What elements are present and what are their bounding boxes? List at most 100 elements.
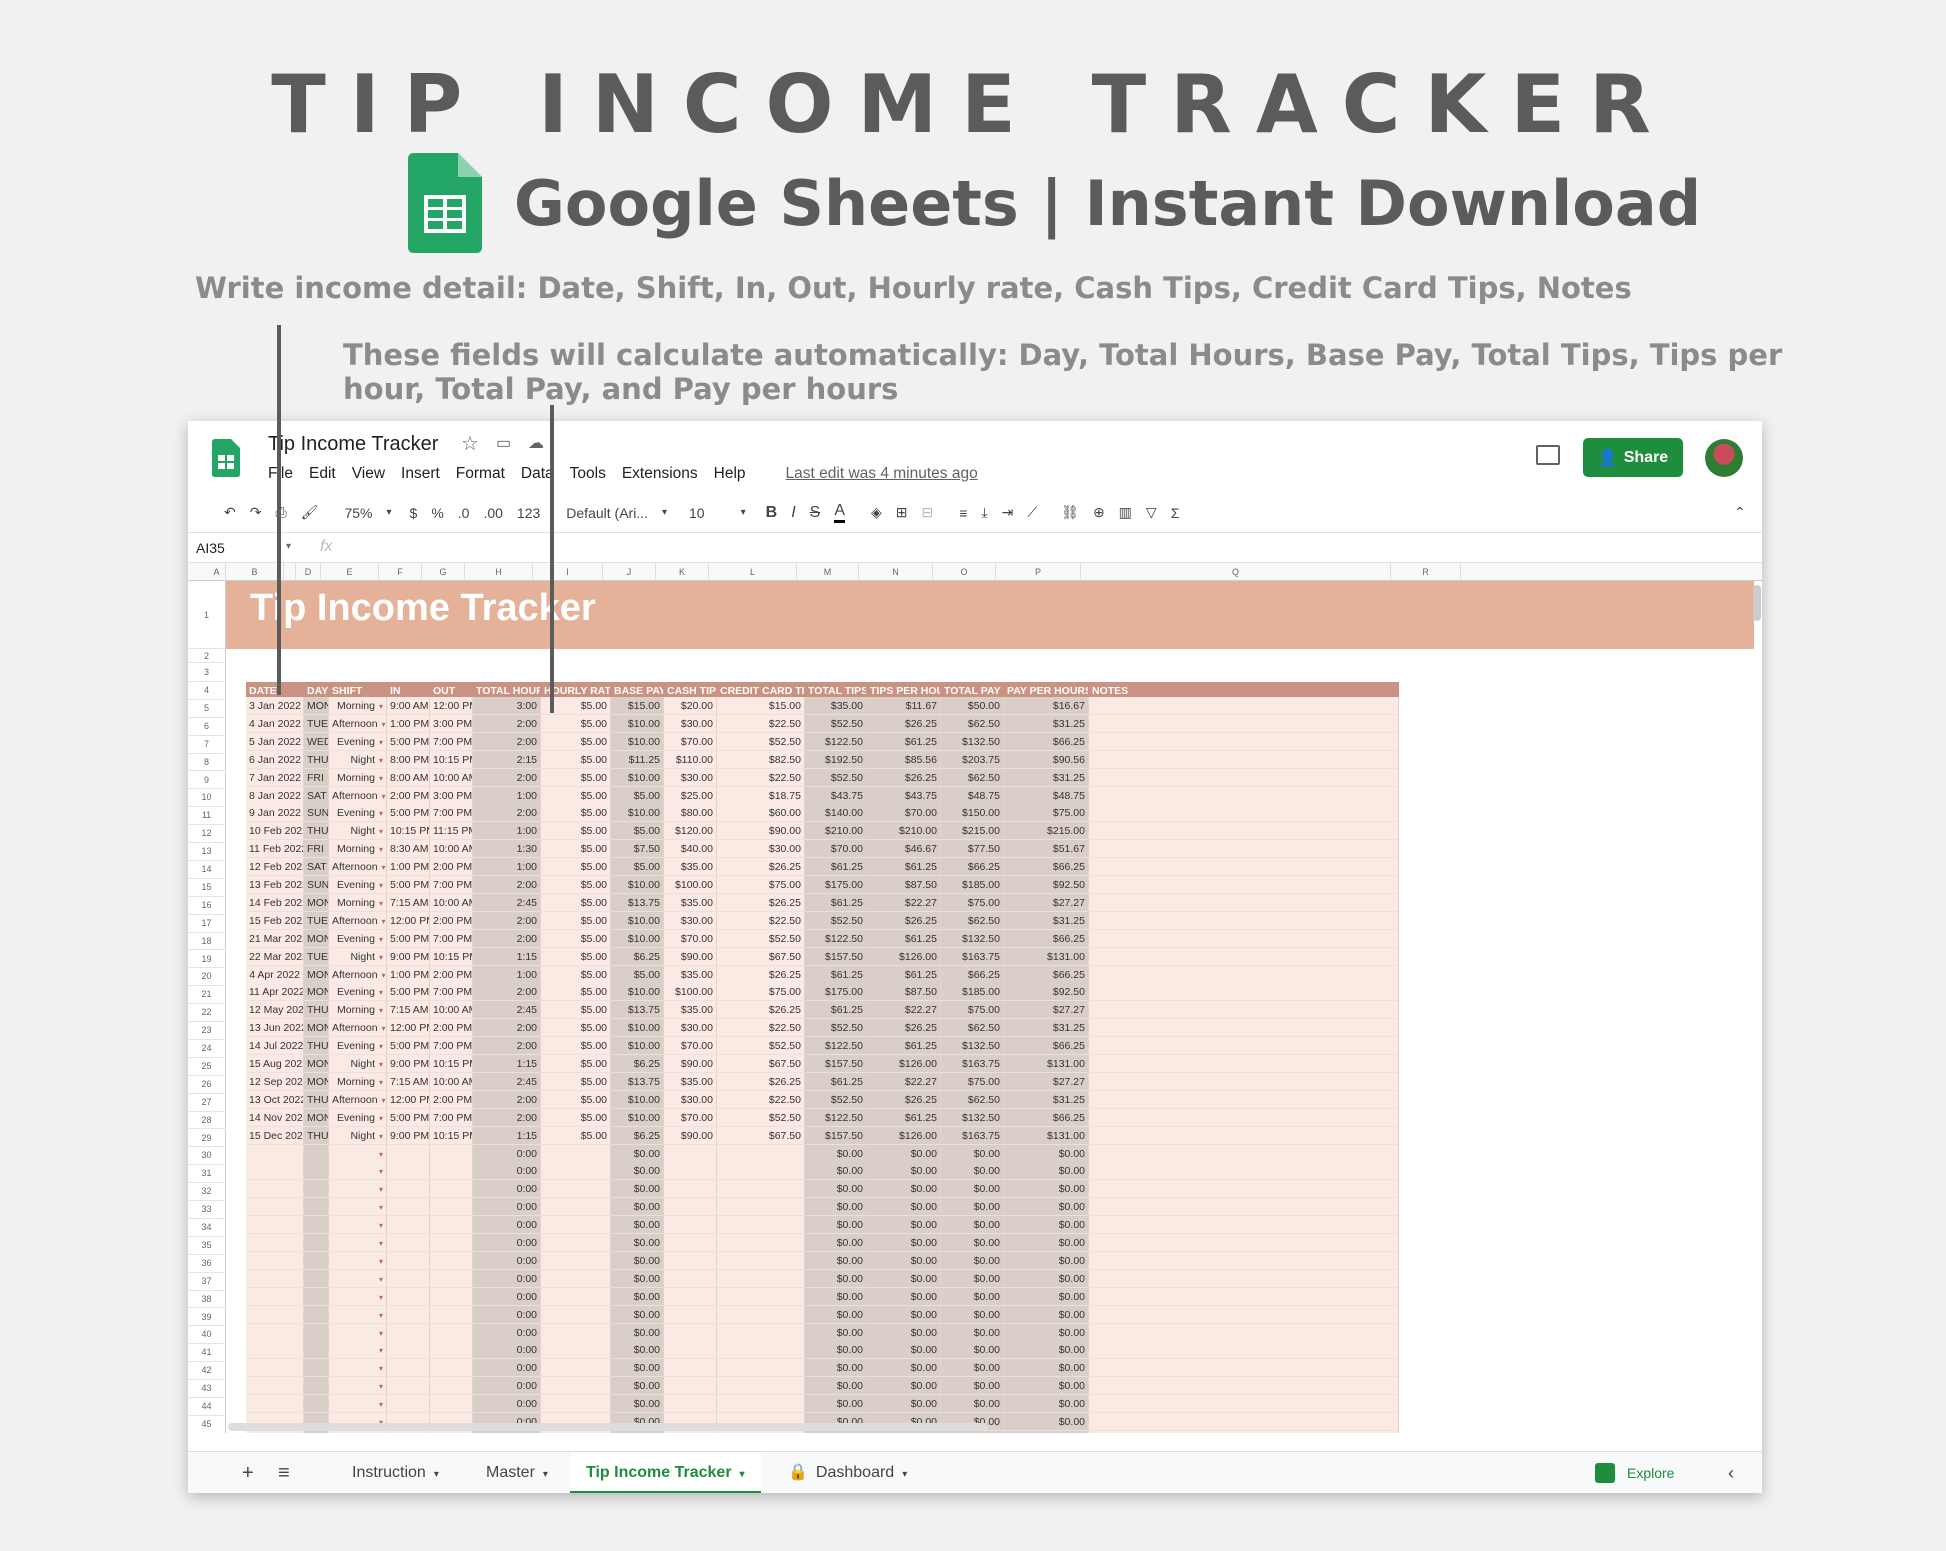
table-cell[interactable]: $110.00 — [664, 750, 717, 769]
table-cell[interactable] — [664, 1234, 717, 1252]
row-header[interactable]: 14 — [188, 861, 226, 879]
table-cell[interactable]: $60.00 — [717, 804, 805, 823]
document-title[interactable]: Tip Income Tracker — [268, 433, 438, 456]
row-header[interactable]: 6 — [188, 717, 226, 736]
table-cell[interactable]: $0.00 — [1004, 1180, 1089, 1199]
table-cell[interactable] — [541, 1341, 611, 1360]
dropdown-arrow-icon[interactable]: ▾ — [379, 827, 383, 836]
bold-button[interactable]: B — [766, 504, 778, 522]
italic-button[interactable]: I — [791, 504, 795, 522]
table-cell[interactable] — [1089, 732, 1399, 751]
table-cell[interactable]: 7:00 PM — [430, 1037, 473, 1056]
column-header[interactable]: L — [709, 563, 797, 581]
table-cell[interactable]: $67.50 — [717, 1055, 805, 1073]
table-cell[interactable]: ▾ — [329, 1251, 387, 1270]
star-icon[interactable]: ☆ — [461, 431, 479, 456]
row-header[interactable]: 20 — [188, 968, 226, 987]
table-cell[interactable]: 2:00 PM — [430, 911, 473, 930]
table-cell[interactable]: $10.00 — [611, 1037, 664, 1056]
table-cell[interactable] — [430, 1359, 473, 1378]
row-header[interactable]: 27 — [188, 1093, 226, 1112]
table-cell[interactable]: $0.00 — [867, 1430, 941, 1433]
table-cell[interactable]: 0:00 — [473, 1269, 541, 1288]
table-cell[interactable]: $131.00 — [1004, 947, 1089, 966]
table-cell[interactable] — [717, 1216, 805, 1235]
table-cell[interactable]: 0:00 — [473, 1377, 541, 1396]
table-cell[interactable] — [541, 1269, 611, 1288]
table-cell[interactable]: 10:15 PM — [430, 750, 473, 769]
table-cell[interactable] — [1089, 768, 1399, 787]
table-cell[interactable]: $66.25 — [1004, 965, 1089, 984]
table-cell[interactable]: MON — [304, 1055, 329, 1073]
table-cell[interactable]: $35.00 — [664, 965, 717, 984]
table-cell[interactable] — [246, 1359, 304, 1378]
table-cell[interactable]: 13 Jun 2022 — [246, 1019, 304, 1038]
table-cell[interactable] — [304, 1269, 329, 1288]
table-cell[interactable] — [1089, 1269, 1399, 1288]
table-cell[interactable]: ▾ — [329, 1323, 387, 1342]
table-cell[interactable]: 7:00 PM — [430, 732, 473, 751]
table-cell[interactable]: $0.00 — [867, 1341, 941, 1360]
table-cell[interactable]: $26.25 — [867, 911, 941, 930]
dropdown-arrow-icon[interactable]: ▾ — [379, 1042, 383, 1051]
table-cell[interactable]: 0:00 — [473, 1341, 541, 1360]
table-cell[interactable]: $0.00 — [611, 1359, 664, 1378]
table-cell[interactable]: $0.00 — [867, 1162, 941, 1181]
table-cell[interactable]: 14 Nov 2022 — [246, 1108, 304, 1127]
table-cell[interactable] — [430, 1198, 473, 1217]
table-cell[interactable]: $0.00 — [1004, 1341, 1089, 1360]
table-cell[interactable]: $5.00 — [611, 965, 664, 984]
table-cell[interactable]: $48.75 — [1004, 786, 1089, 805]
table-cell[interactable] — [1089, 750, 1399, 769]
table-cell[interactable]: $27.27 — [1004, 893, 1089, 912]
dropdown-arrow-icon[interactable]: ▾ — [379, 1293, 383, 1302]
table-cell[interactable]: $0.00 — [805, 1198, 867, 1217]
row-header[interactable]: 16 — [188, 896, 226, 915]
table-cell[interactable]: Afternoon ▾ — [329, 858, 387, 877]
table-cell[interactable] — [664, 1287, 717, 1306]
align-vertical-icon[interactable]: ⤓ — [981, 504, 987, 521]
last-edit-link[interactable]: Last edit was 4 minutes ago — [786, 465, 978, 483]
table-cell[interactable]: $22.27 — [867, 1072, 941, 1091]
table-cell[interactable]: 7:15 AM — [387, 1072, 430, 1091]
avatar[interactable] — [1705, 439, 1743, 477]
table-cell[interactable]: $5.00 — [541, 750, 611, 769]
share-button[interactable]: 👤 Share — [1583, 438, 1683, 477]
table-cell[interactable]: $35.00 — [664, 1001, 717, 1020]
table-cell[interactable] — [541, 1251, 611, 1270]
table-cell[interactable]: $61.25 — [805, 858, 867, 877]
table-cell[interactable]: ▾ — [329, 1234, 387, 1252]
chevron-up-icon[interactable]: ⌃ — [1734, 504, 1746, 521]
table-cell[interactable] — [304, 1198, 329, 1217]
table-cell[interactable]: Morning ▾ — [329, 1001, 387, 1020]
table-cell[interactable]: $52.50 — [717, 732, 805, 751]
table-cell[interactable] — [664, 1251, 717, 1270]
table-cell[interactable] — [304, 1377, 329, 1396]
table-cell[interactable]: $0.00 — [941, 1198, 1004, 1217]
dropdown-arrow-icon[interactable]: ▾ — [379, 1114, 383, 1123]
table-cell[interactable]: $6.25 — [611, 1126, 664, 1145]
table-cell[interactable]: ▾ — [329, 1377, 387, 1396]
row-header[interactable]: 33 — [188, 1201, 226, 1219]
table-cell[interactable] — [1089, 947, 1399, 966]
table-cell[interactable]: 4 Apr 2022 — [246, 965, 304, 984]
table-cell[interactable]: 9:00 PM — [387, 947, 430, 966]
table-cell[interactable]: Afternoon ▾ — [329, 965, 387, 984]
table-cell[interactable]: Evening ▾ — [329, 876, 387, 894]
table-cell[interactable]: $0.00 — [1004, 1269, 1089, 1288]
table-cell[interactable]: $52.50 — [805, 1090, 867, 1109]
table-cell[interactable]: 12:00 PM — [430, 697, 473, 715]
table-cell[interactable] — [430, 1162, 473, 1181]
table-cell[interactable]: $13.75 — [611, 893, 664, 912]
dropdown-arrow-icon[interactable]: ▾ — [382, 792, 386, 801]
table-cell[interactable]: $62.50 — [941, 911, 1004, 930]
table-cell[interactable]: $90.56 — [1004, 750, 1089, 769]
table-cell[interactable]: $0.00 — [805, 1144, 867, 1163]
table-cell[interactable]: $90.00 — [664, 947, 717, 966]
table-cell[interactable]: $0.00 — [941, 1287, 1004, 1306]
tab-tip-income-tracker[interactable]: Tip Income Tracker ▾ — [570, 1452, 761, 1493]
table-cell[interactable]: 1:00 — [473, 858, 541, 877]
currency-button[interactable]: $ — [410, 505, 418, 521]
menu-help[interactable]: Help — [714, 465, 746, 483]
table-cell[interactable]: $31.25 — [1004, 911, 1089, 930]
